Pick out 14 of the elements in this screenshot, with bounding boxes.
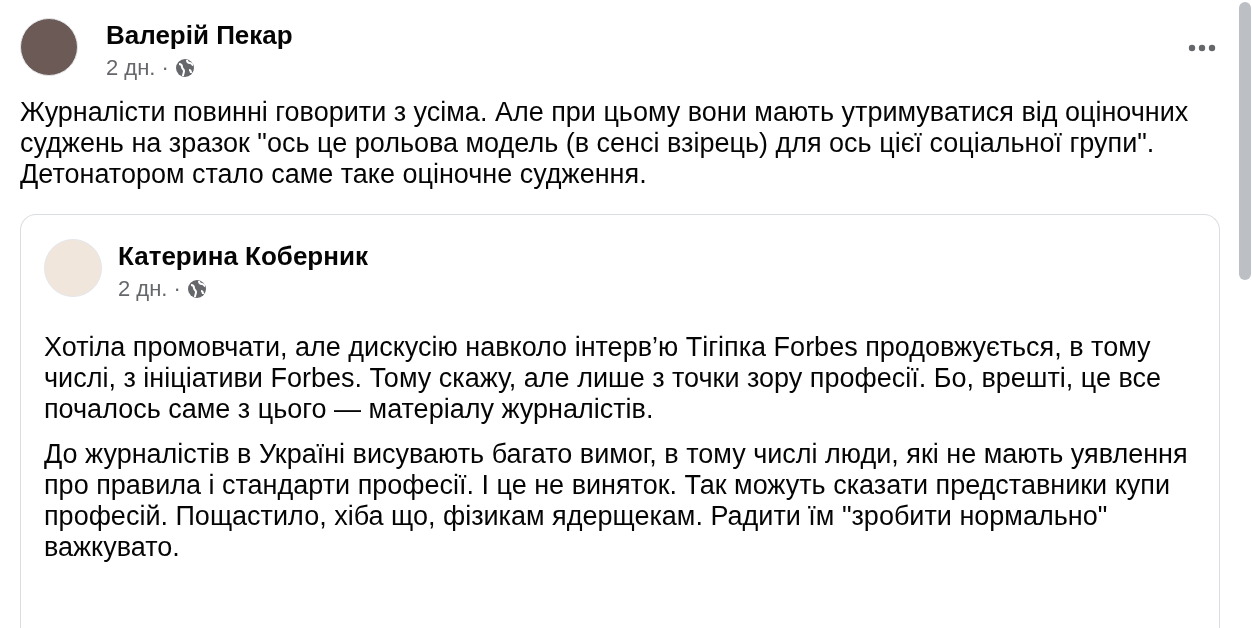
separator-dot: ·	[173, 276, 181, 302]
post-paragraph: Хотіла промовчати, але дискусію навколо інтерв’ю Тігіпка Forbes продовжується, в тому числі, з ініціативи Forbes. Тому скажу, але лише з точки зору професії. Бо, врешті, це все почалось саме з цього — матеріалу журналістів.	[44, 332, 1163, 425]
post-paragraph: До журналістів в Україні висувають багато вимог, в тому числі люди, які не мають уявлення про правила і стандарти професії. І це не виняток. Так можуть сказати представники купи професій. Пощастило, хіба що, фізикам ядерщекам. Радити їм "зробити нормально" важкувато.	[44, 439, 1189, 563]
more-dots-icon	[1188, 44, 1216, 52]
post-text: Журналісти повинні говорити з усіма. Але при цьому вони мають утримуватися від оціночних суджень на зразок "ось це рольова модель (в сенсі взірець) для ось цієї соціальної групи". Детонатором стало саме таке оціночне судження.	[20, 97, 1190, 190]
globe-icon	[174, 58, 195, 78]
separator-dot: ·	[161, 55, 169, 81]
author-name[interactable]: Валерій Пекар	[106, 20, 1156, 51]
author-name[interactable]: Катерина Коберник	[118, 241, 1199, 272]
post-time[interactable]: 2 дн.	[118, 276, 168, 302]
scrollbar-thumb[interactable]	[1238, 2, 1251, 280]
shared-post-card[interactable]	[20, 214, 1220, 628]
globe-icon	[186, 279, 207, 299]
post-time[interactable]: 2 дн.	[106, 55, 156, 81]
